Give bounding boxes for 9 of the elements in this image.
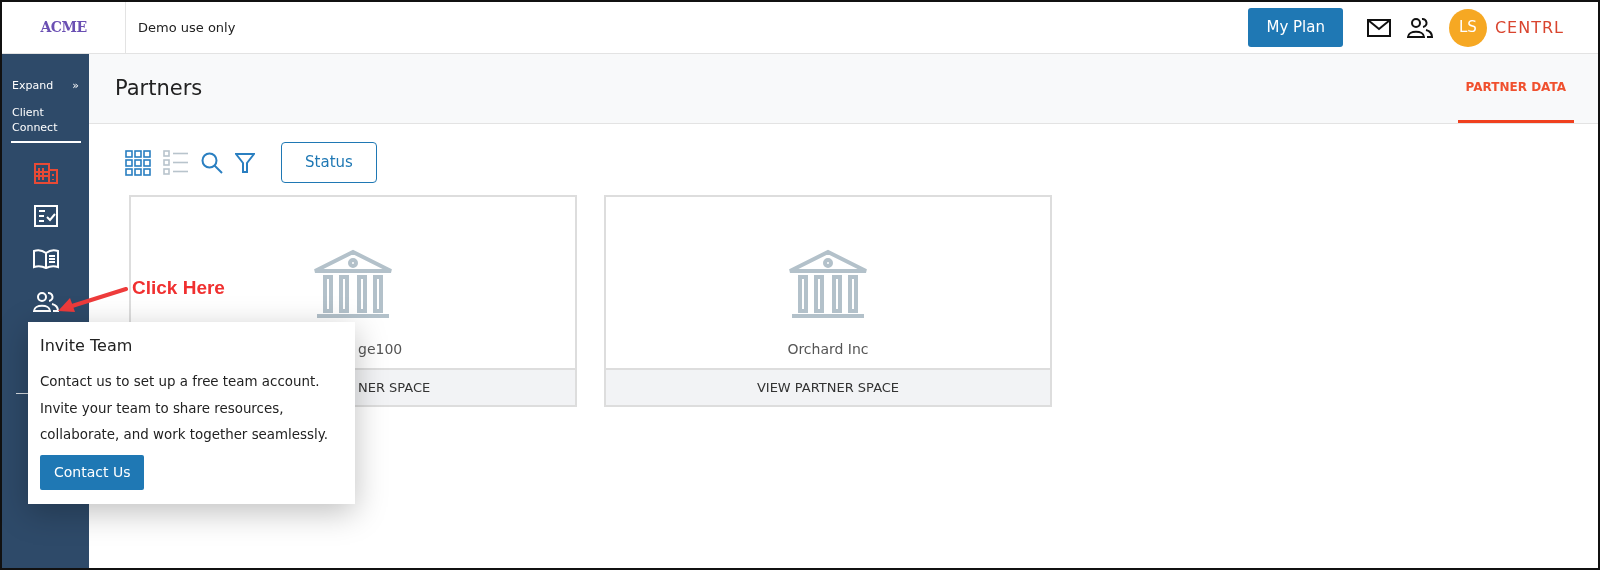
partner-name: ge100 (358, 340, 403, 359)
annotation-label: Click Here (132, 276, 225, 300)
page-title: Partners (115, 75, 203, 102)
brand-name: CENTRL (1494, 16, 1564, 39)
section-label: Client Connect (11, 104, 59, 136)
popover-title: Invite Team (40, 336, 134, 356)
tagline: Demo use only (137, 18, 236, 37)
popover-text: Contact us to set up a free team account. Invite your team to share resources, collaborate, and work together seamlessly. (40, 373, 329, 445)
partner-name: Orchard Inc (787, 340, 869, 359)
